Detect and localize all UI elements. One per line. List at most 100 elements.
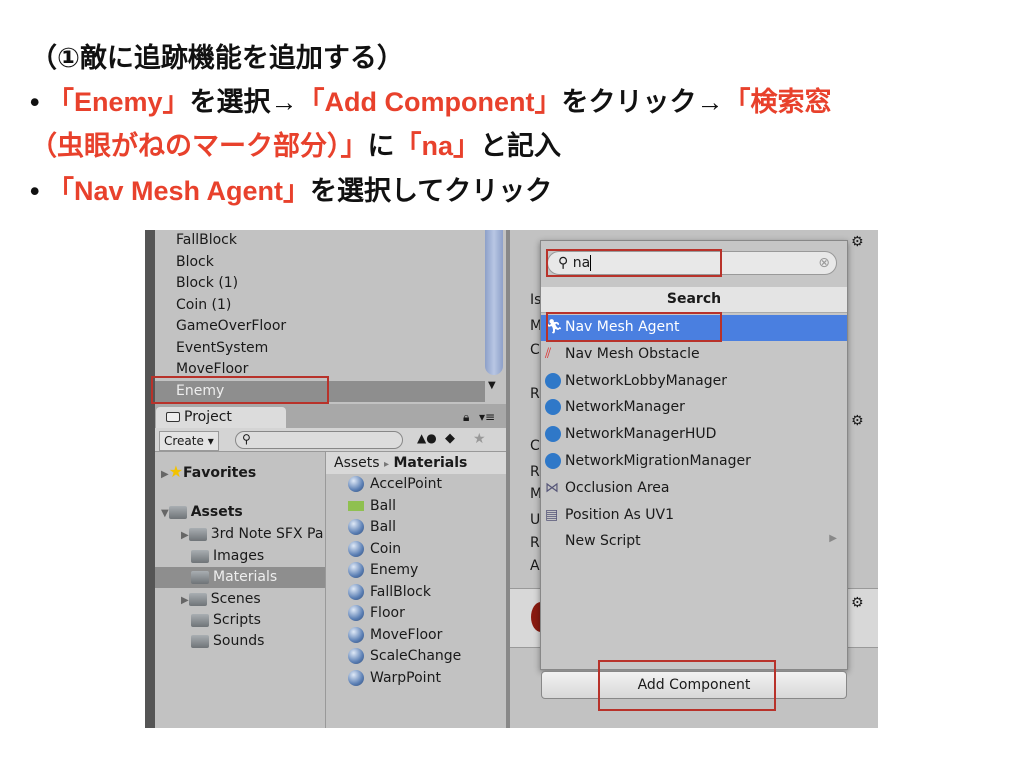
folder-icon <box>191 613 209 627</box>
tree-item[interactable]: ▶★Favorites <box>155 460 325 481</box>
tree-item[interactable]: Images <box>155 546 325 567</box>
popup-item[interactable]: NetworkManagerHUD <box>541 422 847 448</box>
slide-title: （①敵に追跡機能を追加する） <box>30 43 404 73</box>
text: 「na」 <box>394 131 481 161</box>
clear-search-icon[interactable]: ⊗ <box>818 255 830 271</box>
tree-item[interactable]: ▶ Scenes <box>155 589 325 610</box>
menu-icon[interactable]: ▾≡ <box>479 410 495 424</box>
expand-arrow[interactable]: ▶ <box>181 530 189 541</box>
popup-item[interactable]: NetworkMigrationManager <box>541 449 847 475</box>
highlight-search <box>546 249 722 277</box>
asset-label: FallBlock <box>370 583 431 600</box>
bullet-1: • 「Enemy」を選択→「Add Component」をクリック→「検索窓 <box>30 80 831 119</box>
highlight-enemy <box>151 376 329 404</box>
star-icon: ★ <box>168 462 184 481</box>
create-button[interactable]: Create ▾ <box>159 431 219 451</box>
asset-list: AccelPoint Ball Ball Coin Enemy FallBlock Floo… <box>326 476 506 726</box>
popup-item[interactable]: New Script ▶ <box>541 529 847 555</box>
hierarchy-item[interactable]: Block <box>155 252 485 273</box>
asset-item[interactable]: Coin <box>348 540 402 562</box>
asset-label: Coin <box>370 540 402 557</box>
inspector-label: C <box>530 438 540 454</box>
asset-label: MoveFloor <box>370 626 443 643</box>
asset-item[interactable]: WarpPoint <box>348 669 441 691</box>
hierarchy-item[interactable]: EventSystem <box>155 338 485 359</box>
asset-item[interactable]: Ball <box>348 519 396 540</box>
tree-item[interactable]: ▼ Assets <box>155 502 325 523</box>
material-icon <box>348 540 364 557</box>
asset-item[interactable]: Enemy <box>348 562 418 583</box>
popup-item-label: NetworkManager <box>565 399 685 416</box>
breadcrumb-sep: ▸ <box>384 459 390 470</box>
filter-type-icon[interactable]: ▲● <box>417 431 437 445</box>
popup-item-label: NetworkManagerHUD <box>565 426 717 443</box>
popup-item-label: Occlusion Area <box>565 479 670 496</box>
asset-item[interactable]: MoveFloor <box>348 626 443 648</box>
text: をクリック→ <box>561 87 724 117</box>
tree-item-label: Scripts <box>213 612 261 628</box>
asset-label: WarpPoint <box>370 669 441 686</box>
scroll-down-arrow[interactable]: ▼ <box>488 380 496 391</box>
bullet-2: • 「Nav Mesh Agent」を選択してクリック <box>30 169 552 208</box>
project-search-input[interactable]: ⚲ <box>235 431 403 449</box>
tree-item[interactable]: ▶ 3rd Note SFX Pa <box>155 524 325 545</box>
bullet-1-cont: （虫眼がねのマーク部分）」に「na」と記入 <box>30 124 561 163</box>
hierarchy-scrollbar[interactable] <box>485 230 503 375</box>
gear-icon[interactable]: ⚙ <box>851 234 864 250</box>
tree-item[interactable]: Scripts <box>155 610 325 631</box>
bullet-mark: • <box>30 87 40 117</box>
gear-icon[interactable]: ⚙ <box>851 413 864 429</box>
hierarchy-item-label: EventSystem <box>176 339 269 356</box>
popup-item[interactable]: ▤ Position As UV1 <box>541 503 847 529</box>
popup-item[interactable]: ⋈ Occlusion Area <box>541 476 847 502</box>
popup-item[interactable]: ⫽ Nav Mesh Obstacle <box>541 342 847 368</box>
popup-item[interactable]: NetworkLobbyManager <box>541 369 847 395</box>
bullet-mark: • <box>30 176 40 206</box>
popup-item[interactable]: NetworkManager <box>541 395 847 421</box>
popup-item-label: New Script <box>565 533 641 550</box>
expand-arrow[interactable]: ▼ <box>161 508 169 519</box>
material-icon <box>348 583 364 600</box>
hierarchy-item-label: MoveFloor <box>176 361 249 377</box>
asset-item[interactable]: Ball <box>348 498 396 519</box>
popup-header: Search <box>541 287 847 313</box>
material-icon <box>348 669 364 686</box>
asset-label: Ball <box>370 497 396 514</box>
inspector-label: R <box>530 386 540 402</box>
hierarchy-item[interactable]: GameOverFloor <box>155 316 485 337</box>
inspector-label: A <box>530 558 540 574</box>
asset-label: AccelPoint <box>370 476 442 492</box>
project-tree: ▶★Favorites ▼ Assets ▶ 3rd Note SFX Pa Images… <box>155 452 325 728</box>
tree-item-label: 3rd Note SFX Pa <box>210 526 324 542</box>
asset-item[interactable]: ScaleChange <box>348 648 461 669</box>
tree-item-label: Sounds <box>213 633 265 649</box>
hierarchy-item[interactable]: Block (1) <box>155 273 485 294</box>
gear-icon[interactable]: ⚙ <box>851 595 864 611</box>
hierarchy-item[interactable]: FallBlock <box>155 230 485 251</box>
add-component-popup: ⚲ na ⊗ Search 🏃︎ Nav Mesh Agent ⫽ Nav Mesh … <box>540 240 848 670</box>
text: 「Add Component」 <box>297 87 562 117</box>
asset-item[interactable]: AccelPoint <box>348 476 442 497</box>
breadcrumb-current[interactable]: Materials <box>394 455 468 471</box>
tree-item[interactable]: Materials <box>155 567 325 588</box>
breadcrumb-root[interactable]: Assets <box>334 455 380 471</box>
favorite-star-icon[interactable]: ★ <box>473 431 486 447</box>
text: に <box>367 131 395 161</box>
project-tab[interactable]: Project <box>156 407 286 428</box>
lock-icon[interactable]: 🔒︎ <box>463 410 469 425</box>
asset-item[interactable]: FallBlock <box>348 583 431 605</box>
asset-label: Ball <box>370 519 396 535</box>
inspector-label: R <box>530 464 540 480</box>
hierarchy-item-label: Block <box>176 253 214 270</box>
expand-arrow[interactable]: ▶ <box>181 595 189 606</box>
asset-label: Floor <box>370 605 405 621</box>
expand-arrow[interactable]: ▶ <box>161 469 169 480</box>
filter-label-icon[interactable]: ◆ <box>445 431 455 446</box>
hierarchy-item[interactable]: Coin (1) <box>155 295 485 316</box>
inspector-label: C <box>530 342 540 358</box>
tab-label: Project <box>184 409 232 425</box>
popup-item-label: NetworkLobbyManager <box>565 372 727 389</box>
tree-item[interactable]: Sounds <box>155 631 325 652</box>
material-icon <box>348 605 364 621</box>
asset-item[interactable]: Floor <box>348 605 405 626</box>
